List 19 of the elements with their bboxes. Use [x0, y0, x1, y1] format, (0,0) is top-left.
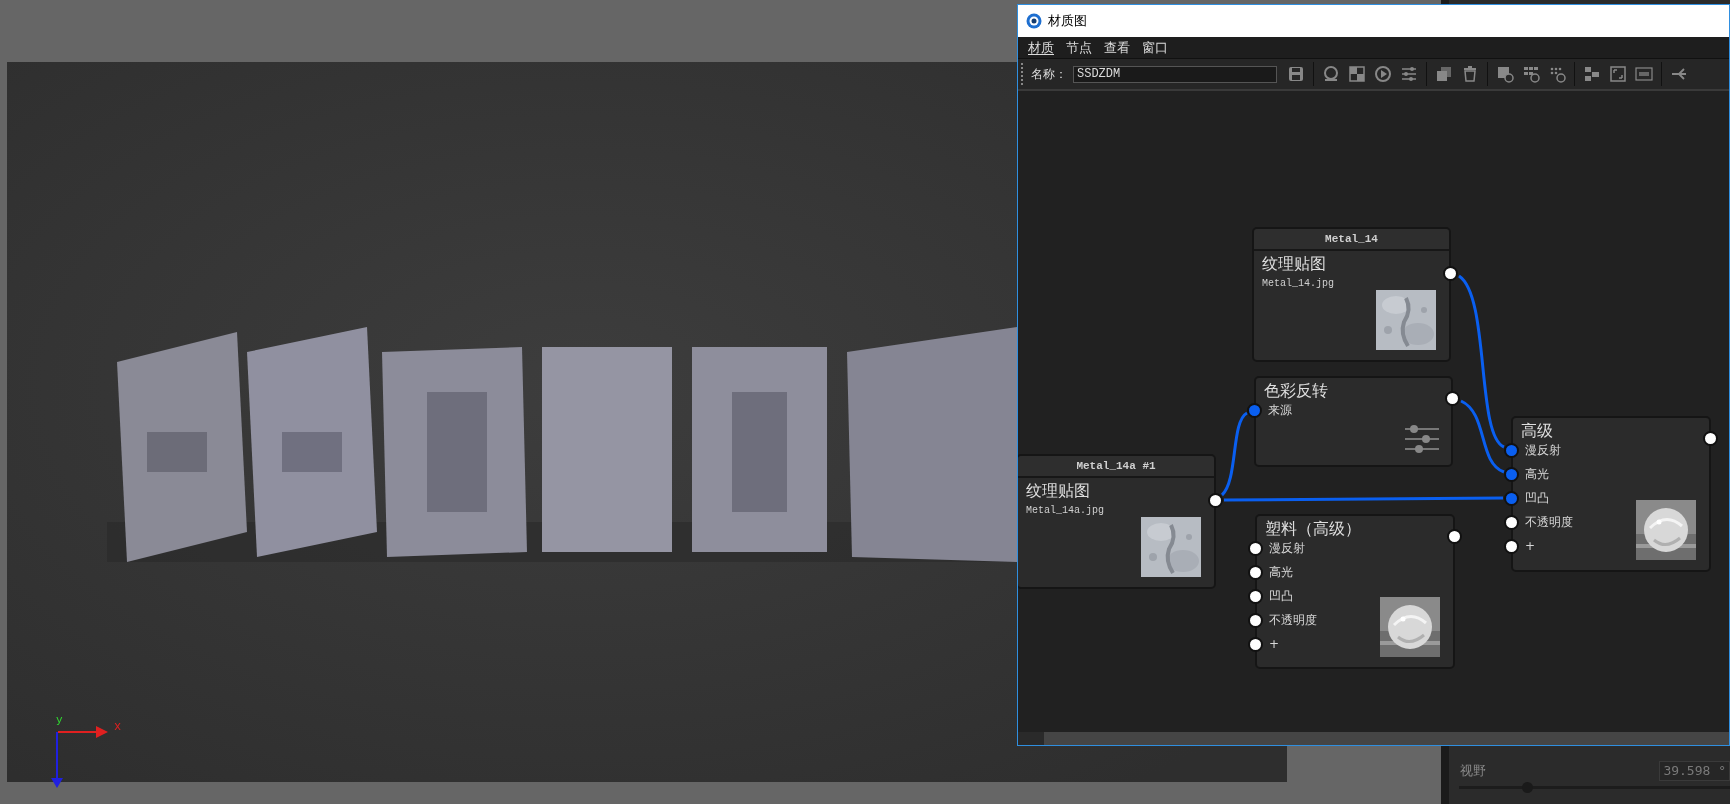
graph-node[interactable]: 塑料（高级） 漫反射 高光 凹凸 不透明度 +: [1255, 514, 1455, 669]
port-label: 不透明度: [1525, 514, 1573, 530]
menu-item[interactable]: 窗口: [1142, 39, 1168, 56]
number-field[interactable]: 39.598 °: [1659, 761, 1730, 781]
port-label: +: [1525, 538, 1536, 554]
graph-node[interactable]: 色彩反转 来源: [1254, 376, 1453, 467]
menu-item[interactable]: 材质: [1028, 39, 1054, 56]
field-label: 视野: [1460, 762, 1486, 781]
port-label: 凹凸: [1525, 490, 1549, 506]
node-header: Metal_14: [1325, 231, 1378, 247]
menu-item[interactable]: 查看: [1104, 39, 1130, 56]
graph-node[interactable]: 高级 漫反射 高光 凹凸 不透明度 +: [1511, 416, 1711, 572]
node-title: 塑料（高级）: [1265, 518, 1361, 540]
window-title: 材质图: [1048, 12, 1087, 31]
port-label: 高光: [1525, 466, 1549, 482]
graph-node[interactable]: Metal_14 纹理贴图 Metal_14.jpg: [1252, 227, 1451, 362]
port-label: 漫反射: [1525, 442, 1561, 458]
node-title: 高级: [1521, 420, 1553, 442]
menu-item[interactable]: 节点: [1066, 39, 1092, 56]
